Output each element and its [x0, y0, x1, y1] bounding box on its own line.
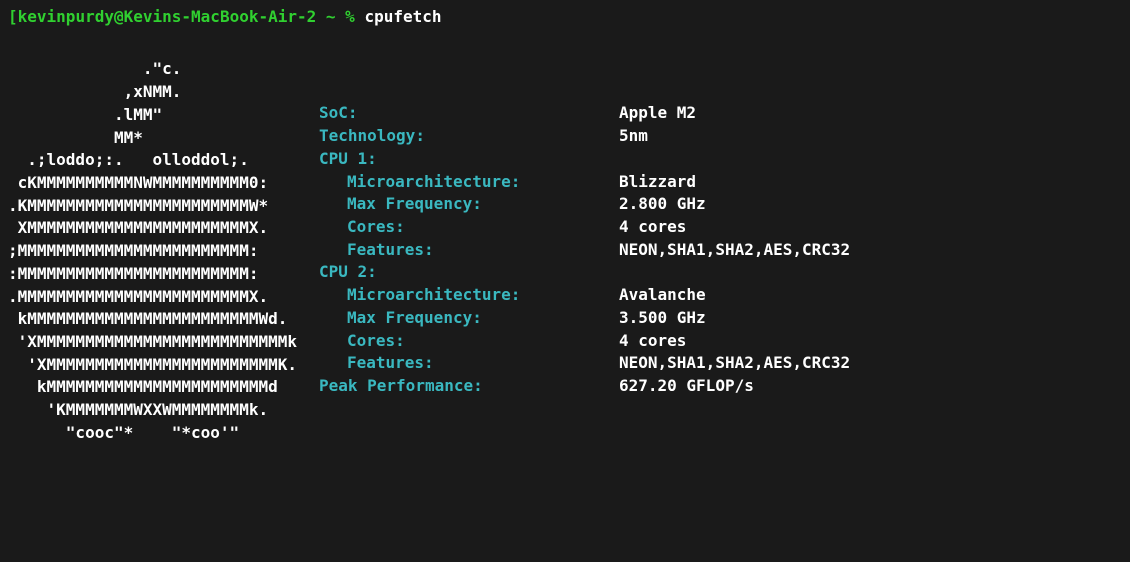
- prompt-at: @: [114, 7, 124, 26]
- peak-performance-row: Peak Performance: 627.20 GFLOP/s: [319, 375, 850, 398]
- soc-row: SoC: Apple M2: [319, 102, 850, 125]
- terminal-window: [kevinpurdy@Kevins-MacBook-Air-2 ~ % cpu…: [0, 0, 1130, 451]
- cpu1-micro-label: Microarchitecture:: [347, 171, 619, 194]
- cpu2-cores-value: 4 cores: [619, 330, 686, 353]
- ascii-logo: ."c. ,xNMM. .lMM" MM* .;loddo;:. olloddo…: [8, 58, 297, 444]
- cpu1-freq-value: 2.800 GHz: [619, 193, 706, 216]
- cpu2-header-row: CPU 2:: [319, 261, 850, 284]
- cpu1-cores-label: Cores:: [347, 216, 619, 239]
- prompt-separator: %: [336, 7, 365, 26]
- cpu2-micro-label: Microarchitecture:: [347, 284, 619, 307]
- cpu1-header-row: CPU 1:: [319, 148, 850, 171]
- prompt-user: kevinpurdy: [18, 7, 114, 26]
- cpu1-micro-value: Blizzard: [619, 171, 696, 194]
- prompt-path: ~: [326, 7, 336, 26]
- cpu1-cores-value: 4 cores: [619, 216, 686, 239]
- cpu1-cores-row: Cores: 4 cores: [319, 216, 850, 239]
- cpu2-features-label: Features:: [347, 352, 619, 375]
- cpu2-features-value: NEON,SHA1,SHA2,AES,CRC32: [619, 352, 850, 375]
- prompt-host: Kevins-MacBook-Air-2: [124, 7, 317, 26]
- cpu1-features-label: Features:: [347, 239, 619, 262]
- cpu1-features-value: NEON,SHA1,SHA2,AES,CRC32: [619, 239, 850, 262]
- output-content: ."c. ,xNMM. .lMM" MM* .;loddo;:. olloddo…: [8, 58, 1122, 444]
- technology-label: Technology:: [319, 125, 619, 148]
- cpu2-freq-label: Max Frequency:: [347, 307, 619, 330]
- soc-value: Apple M2: [619, 102, 696, 125]
- cpu2-micro-value: Avalanche: [619, 284, 706, 307]
- prompt-open-bracket: [: [8, 7, 18, 26]
- peak-performance-label: Peak Performance:: [319, 375, 619, 398]
- cpu1-freq-row: Max Frequency: 2.800 GHz: [319, 193, 850, 216]
- prompt-path-sep: [316, 7, 326, 26]
- technology-value: 5nm: [619, 125, 648, 148]
- cpu1-label: CPU 1:: [319, 148, 619, 171]
- cpu1-features-row: Features: NEON,SHA1,SHA2,AES,CRC32: [319, 239, 850, 262]
- cpu2-freq-value: 3.500 GHz: [619, 307, 706, 330]
- cpu2-cores-row: Cores: 4 cores: [319, 330, 850, 353]
- cpu2-cores-label: Cores:: [347, 330, 619, 353]
- peak-performance-value: 627.20 GFLOP/s: [619, 375, 754, 398]
- cpu2-micro-row: Microarchitecture: Avalanche: [319, 284, 850, 307]
- technology-row: Technology: 5nm: [319, 125, 850, 148]
- cpu1-micro-row: Microarchitecture: Blizzard: [319, 171, 850, 194]
- cpu2-freq-row: Max Frequency: 3.500 GHz: [319, 307, 850, 330]
- cpu2-label: CPU 2:: [319, 261, 619, 284]
- cpu-info-panel: SoC: Apple M2 Technology: 5nm CPU 1: Mic…: [319, 58, 850, 444]
- cpu1-freq-label: Max Frequency:: [347, 193, 619, 216]
- command-text[interactable]: cpufetch: [364, 7, 441, 26]
- cpu2-features-row: Features: NEON,SHA1,SHA2,AES,CRC32: [319, 352, 850, 375]
- prompt-line: [kevinpurdy@Kevins-MacBook-Air-2 ~ % cpu…: [8, 6, 1122, 28]
- soc-label: SoC:: [319, 102, 619, 125]
